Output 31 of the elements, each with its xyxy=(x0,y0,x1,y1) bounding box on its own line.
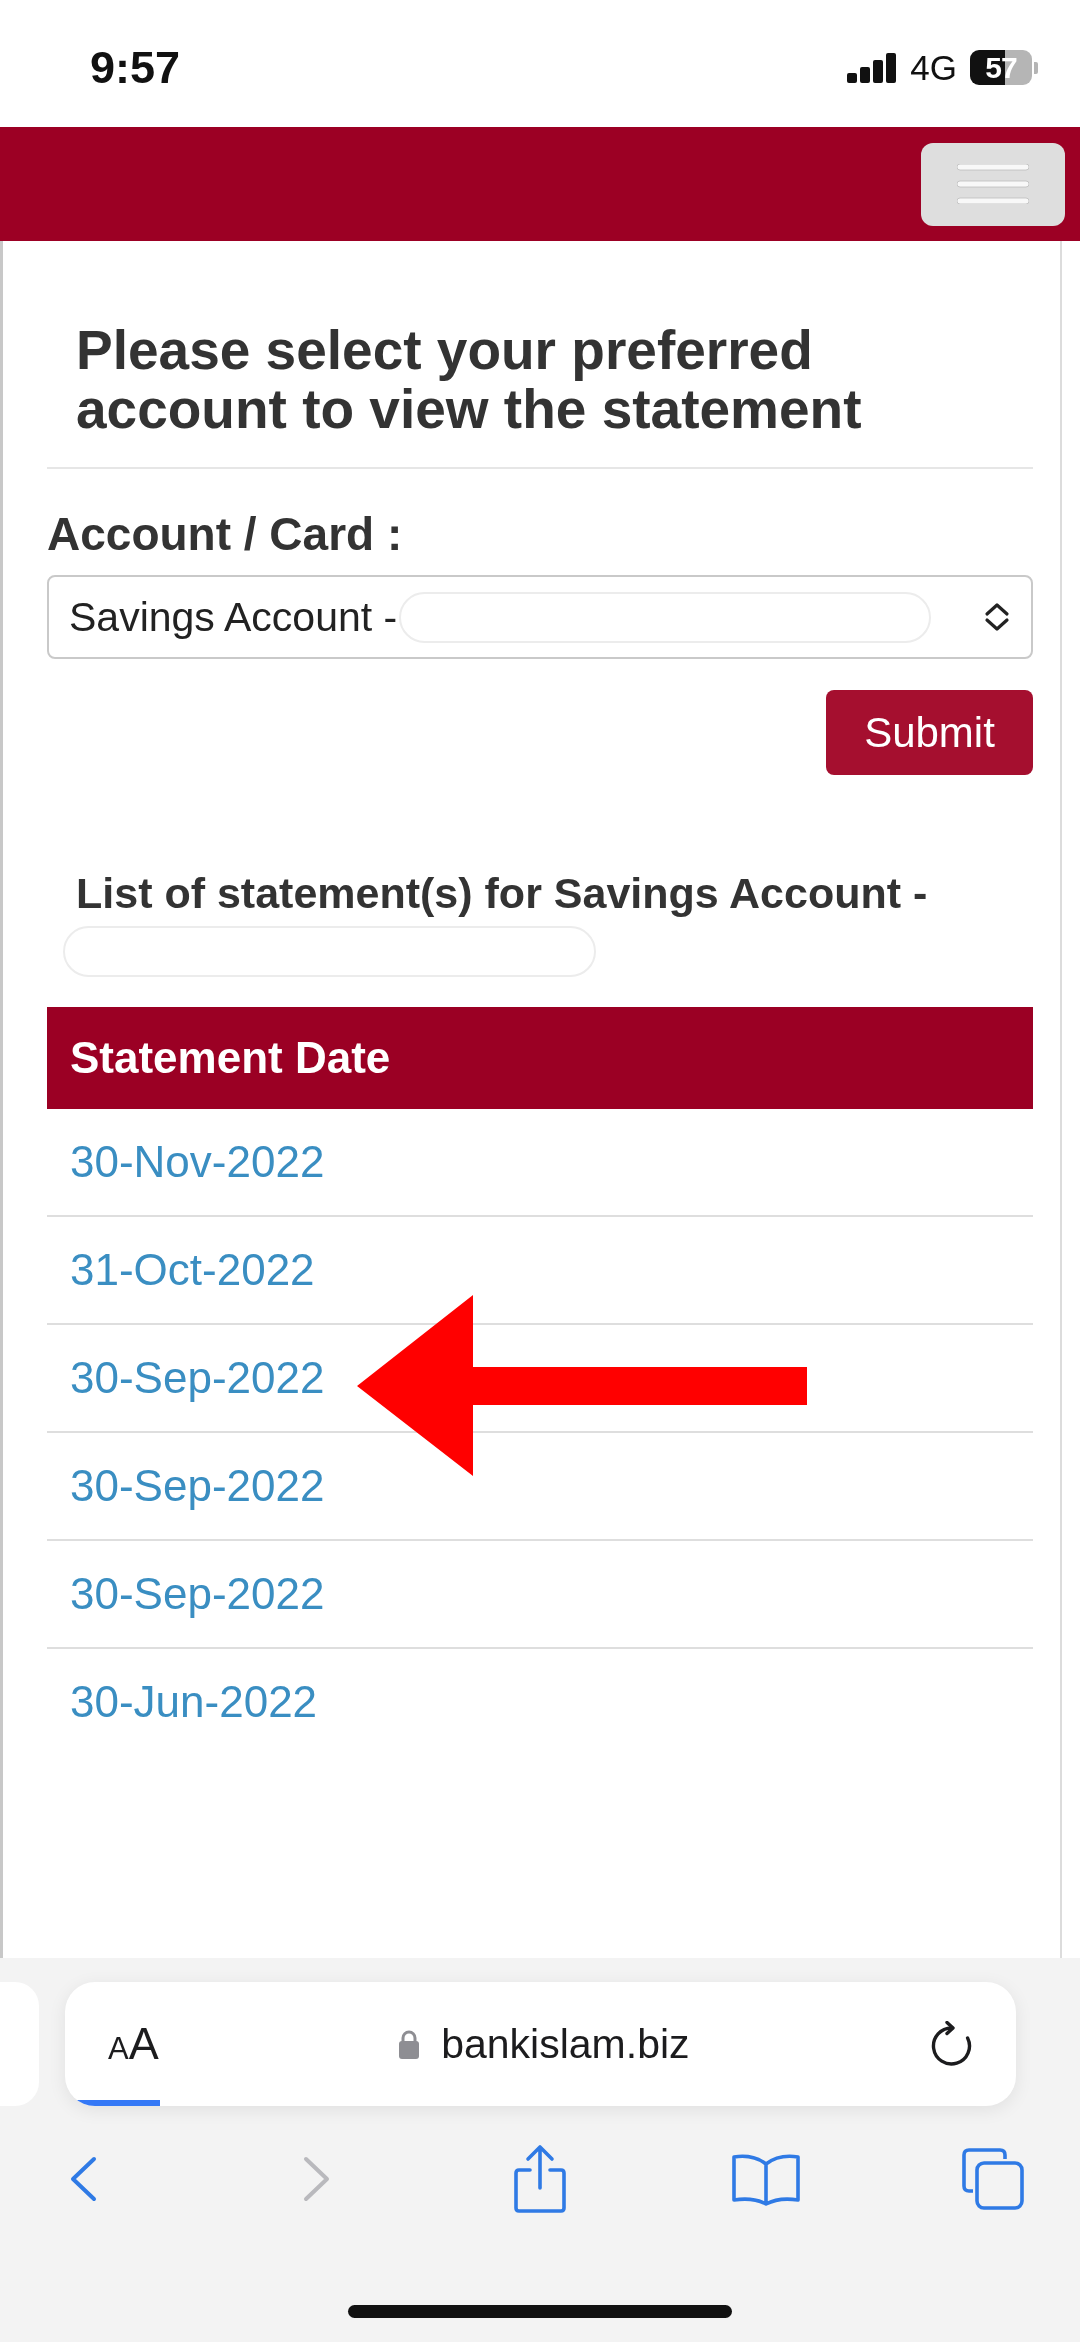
url-text: bankislam.biz xyxy=(441,2020,690,2068)
menu-button[interactable] xyxy=(921,142,1065,226)
bookmarks-button[interactable] xyxy=(731,2152,801,2206)
signal-icon xyxy=(847,52,898,83)
page-heading: Please select your preferred account to view the statement xyxy=(76,321,863,439)
lock-icon xyxy=(398,2029,421,2059)
account-select[interactable]: Savings Account - xyxy=(47,575,1033,659)
chevron-left-icon xyxy=(68,2156,98,2202)
share-icon xyxy=(513,2144,567,2214)
back-button[interactable] xyxy=(68,2156,98,2202)
submit-button[interactable]: Submit xyxy=(826,690,1033,775)
tabs-icon xyxy=(961,2147,1025,2211)
statement-date-link[interactable]: 30-Jun-2022 xyxy=(70,1677,318,1727)
menu-icon xyxy=(957,164,1029,204)
tabs-button[interactable] xyxy=(961,2147,1025,2211)
statement-date-link[interactable]: 30-Sep-2022 xyxy=(70,1353,325,1403)
chevron-right-icon xyxy=(302,2156,332,2202)
open-book-icon xyxy=(731,2152,801,2206)
up-down-chevron-icon xyxy=(983,602,1011,632)
statement-date-link[interactable]: 31-Oct-2022 xyxy=(70,1245,315,1295)
statement-date-link[interactable]: 30-Nov-2022 xyxy=(70,1137,325,1187)
network-type: 4G xyxy=(910,47,957,88)
status-time: 9:57 xyxy=(90,41,181,94)
share-button[interactable] xyxy=(513,2144,567,2214)
statement-date-link[interactable]: 30-Sep-2022 xyxy=(70,1569,325,1619)
statement-date-link[interactable]: 30-Sep-2022 xyxy=(70,1461,325,1511)
account-label: Account / Card : xyxy=(47,507,403,561)
address-bar[interactable]: AA bankislam.biz xyxy=(65,1982,1016,2106)
statement-list-heading: List of statement(s) for Savings Account - xyxy=(76,868,928,919)
column-header: Statement Date xyxy=(47,1007,1033,1109)
text-size-button[interactable]: AA xyxy=(108,2018,159,2070)
